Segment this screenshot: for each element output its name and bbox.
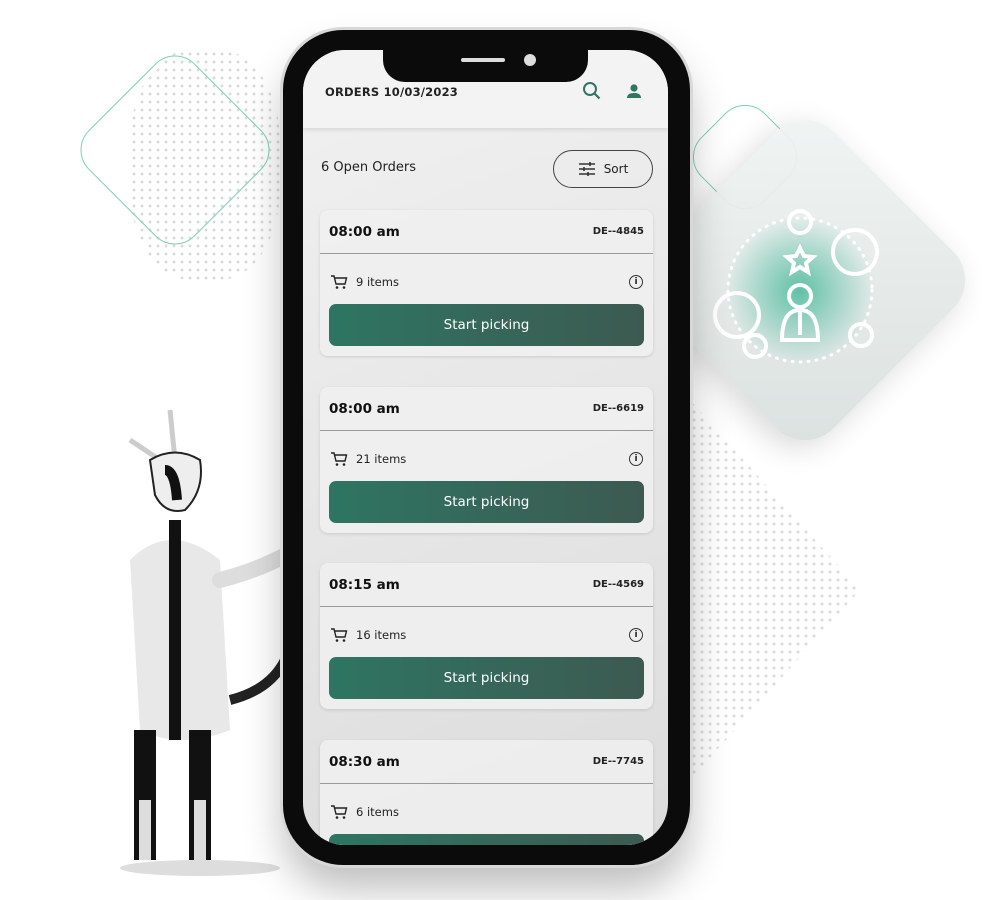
- dot-pattern: [690, 400, 860, 780]
- oryx-mascot: [120, 409, 303, 876]
- cart-icon: [331, 628, 348, 642]
- order-items-row: 16 items i: [320, 607, 653, 663]
- info-icon[interactable]: i: [629, 628, 643, 642]
- start-picking-button[interactable]: Start picking: [329, 834, 644, 845]
- order-card-header: 08:30 am DE--7745: [320, 740, 653, 784]
- order-items-row: 9 items i: [320, 254, 653, 310]
- info-icon[interactable]: i: [629, 452, 643, 466]
- order-time: 08:15 am: [329, 576, 400, 593]
- order-id: DE--7745: [592, 756, 644, 767]
- page-title: ORDERS 10/03/2023: [325, 85, 458, 99]
- phone-frame: ORDERS 10/03/2023 6 Open Orders Sort 08:…: [283, 30, 690, 865]
- cart-icon: [331, 452, 348, 466]
- order-card-header: 08:00 am DE--6619: [320, 387, 653, 431]
- sort-label: Sort: [603, 162, 629, 176]
- open-orders-count: 6 Open Orders: [321, 160, 416, 175]
- order-card-header: 08:15 am DE--4569: [320, 563, 653, 607]
- phone-screen: ORDERS 10/03/2023 6 Open Orders Sort 08:…: [303, 50, 668, 845]
- start-picking-button[interactable]: Start picking: [329, 304, 644, 346]
- start-picking-button[interactable]: Start picking: [329, 657, 644, 699]
- user-icon[interactable]: [623, 80, 645, 102]
- order-items-count: 16 items: [356, 628, 407, 642]
- order-items-count: 6 items: [356, 805, 399, 819]
- order-time: 08:30 am: [329, 753, 400, 770]
- order-items-row: 6 items: [320, 784, 653, 840]
- order-card: 08:00 am DE--4845 9 items i Start picking: [320, 210, 653, 356]
- start-picking-button[interactable]: Start picking: [329, 481, 644, 523]
- order-card: 08:30 am DE--7745 6 items Start picking: [320, 740, 653, 845]
- team-network-icon: [713, 209, 879, 365]
- order-id: DE--6619: [592, 403, 644, 414]
- phone-notch: [383, 50, 588, 82]
- search-icon[interactable]: [581, 80, 603, 102]
- order-items-count: 21 items: [356, 452, 407, 466]
- sliders-icon: [578, 162, 595, 176]
- order-items-count: 9 items: [356, 275, 399, 289]
- order-card: 08:00 am DE--6619 21 items i Start pickin…: [320, 387, 653, 533]
- order-time: 08:00 am: [329, 223, 400, 240]
- order-card: 08:15 am DE--4569 16 items i Start pickin…: [320, 563, 653, 709]
- order-time: 08:00 am: [329, 400, 400, 417]
- order-items-row: 21 items i: [320, 431, 653, 487]
- cart-icon: [331, 275, 348, 289]
- order-card-header: 08:00 am DE--4845: [320, 210, 653, 254]
- cart-icon: [331, 805, 348, 819]
- order-id: DE--4845: [592, 226, 644, 237]
- sort-button[interactable]: Sort: [553, 150, 653, 188]
- info-icon[interactable]: i: [629, 275, 643, 289]
- order-id: DE--4569: [592, 579, 644, 590]
